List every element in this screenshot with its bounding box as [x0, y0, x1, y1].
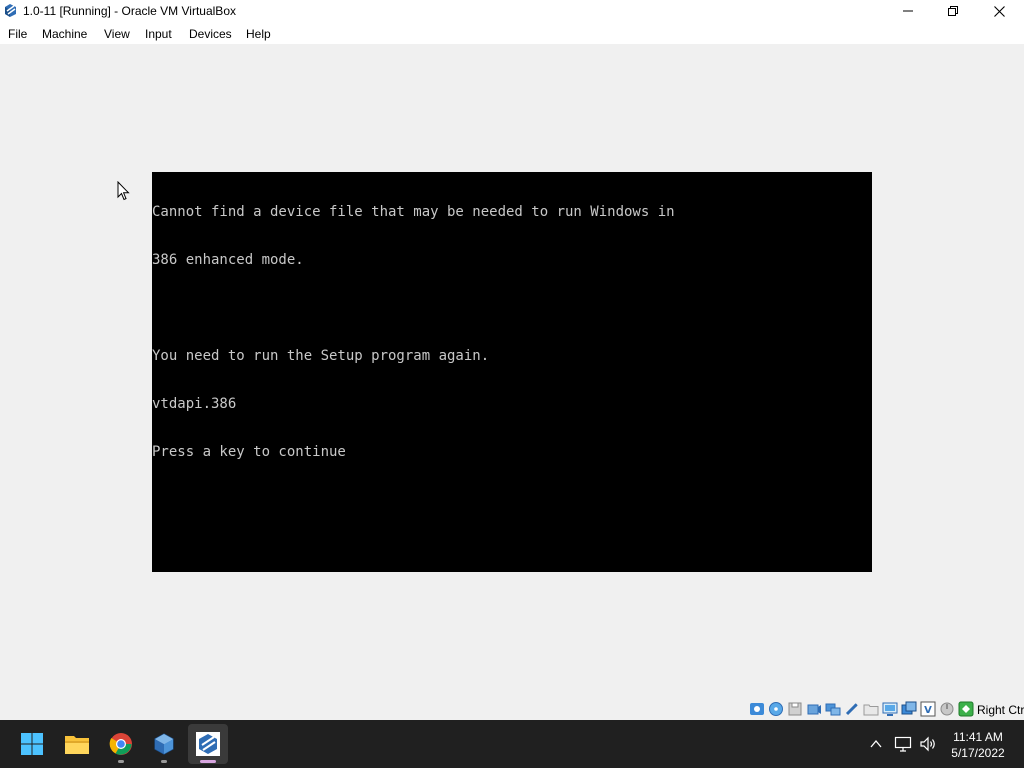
virtualbox-vm-icon[interactable] [188, 724, 228, 764]
console-line: Cannot find a device file that may be ne… [152, 204, 675, 220]
menu-machine[interactable]: Machine [42, 27, 87, 41]
vt-x-icon[interactable]: V [920, 701, 936, 717]
menu-devices[interactable]: Devices [189, 27, 232, 41]
system-clock[interactable]: 11:41 AM 5/17/2022 [938, 729, 1018, 761]
status-bar: V Right Ctrl [0, 698, 1024, 720]
virtualbox-icon[interactable] [2, 2, 19, 19]
host-key-label[interactable]: Right Ctrl [977, 703, 1024, 717]
console-output: Cannot find a device file that may be ne… [152, 172, 675, 492]
window-title: 1.0-11 [Running] - Oracle VM VirtualBox [23, 4, 236, 18]
clock-time: 11:41 AM [953, 730, 1003, 744]
menu-help[interactable]: Help [246, 27, 271, 41]
menu-bar: File Machine View Input Devices Help [0, 22, 1024, 44]
virtualbox-manager-icon[interactable] [144, 724, 184, 764]
mouse-pointer-icon [117, 181, 130, 201]
mouse-integration-icon[interactable] [939, 701, 955, 717]
chevron-up-icon[interactable] [866, 734, 886, 754]
display-icon[interactable] [882, 701, 898, 717]
windows-start-icon[interactable] [12, 724, 52, 764]
console-line: Press a key to continue [152, 444, 346, 460]
volume-icon[interactable] [918, 734, 938, 754]
usb-icon[interactable] [844, 701, 860, 717]
file-explorer-icon[interactable] [57, 724, 97, 764]
hard-disk-icon[interactable] [749, 701, 765, 717]
title-bar[interactable]: 1.0-11 [Running] - Oracle VM VirtualBox [0, 0, 1024, 22]
recording-icon[interactable] [901, 701, 917, 717]
chrome-icon[interactable] [101, 724, 141, 764]
running-indicator [161, 760, 167, 763]
floppy-drive-icon[interactable] [787, 701, 803, 717]
clock-date: 5/17/2022 [951, 746, 1005, 760]
network-icon[interactable] [825, 701, 841, 717]
minimize-button[interactable] [885, 0, 931, 22]
console-line: vtdapi.386 [152, 396, 237, 412]
taskbar: 11:41 AM 5/17/2022 [0, 720, 1024, 768]
close-button[interactable] [976, 0, 1022, 22]
menu-input[interactable]: Input [145, 27, 172, 41]
shared-folders-icon[interactable] [863, 701, 879, 717]
svg-text:V: V [924, 705, 932, 716]
active-indicator [200, 760, 216, 763]
console-line: 386 enhanced mode. [152, 252, 304, 268]
audio-icon[interactable] [806, 701, 822, 717]
keyboard-capture-icon[interactable] [958, 701, 974, 717]
optical-drive-icon[interactable] [768, 701, 784, 717]
running-indicator [118, 760, 124, 763]
menu-view[interactable]: View [104, 27, 130, 41]
menu-file[interactable]: File [8, 27, 27, 41]
console-line: You need to run the Setup program again. [152, 348, 490, 364]
vm-screen[interactable]: Cannot find a device file that may be ne… [152, 172, 872, 572]
restore-button[interactable] [930, 0, 976, 22]
network-icon[interactable] [893, 734, 913, 754]
